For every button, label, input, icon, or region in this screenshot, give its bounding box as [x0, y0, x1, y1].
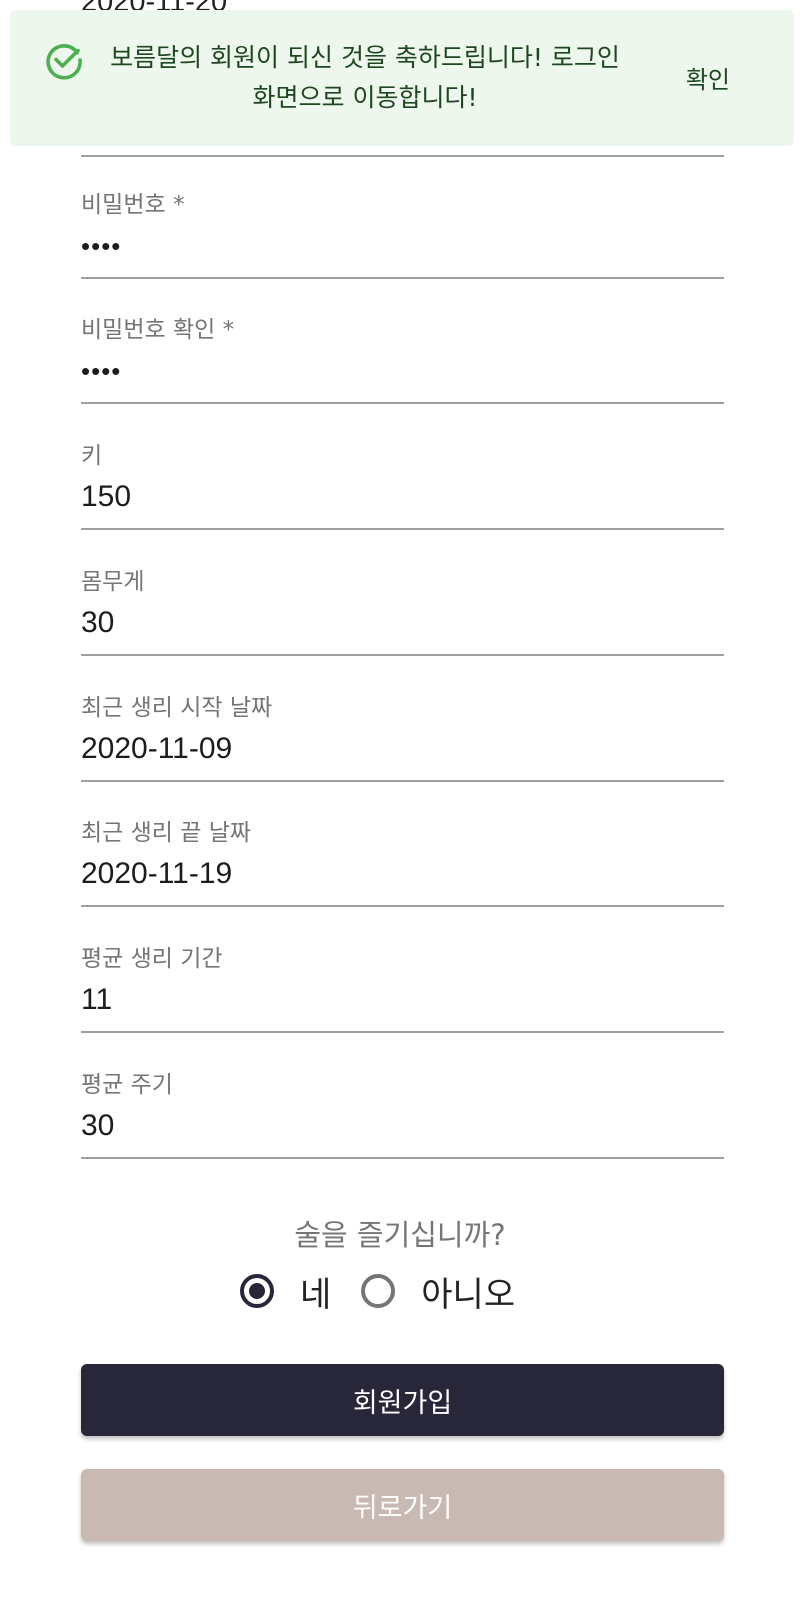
- weight-input[interactable]: [81, 600, 724, 646]
- radio-option-no[interactable]: 아니오: [361, 1267, 515, 1316]
- success-snackbar: 보름달의 회원이 되신 것을 축하드립니다! 로그인 화면으로 이동합니다! 확…: [10, 10, 794, 146]
- confirm-button[interactable]: 확인: [680, 56, 736, 99]
- check-circle-icon: [44, 40, 84, 80]
- snackbar-message: 보름달의 회원이 되신 것을 축하드립니다! 로그인 화면으로 이동합니다!: [110, 43, 620, 112]
- signup-button[interactable]: 회원가입: [81, 1364, 724, 1436]
- avg-period-length-input[interactable]: [81, 977, 724, 1023]
- password-underline: [81, 277, 724, 279]
- radio-option-yes[interactable]: 네: [240, 1267, 331, 1316]
- period-start-field: 최근 생리 시작 날짜: [81, 688, 724, 808]
- period-end-input[interactable]: [81, 851, 724, 897]
- signup-page: 2020-11-20 보름달의 회원이 되신 것을 축하드립니다! 로그인 화면…: [0, 0, 800, 1600]
- period-end-underline: [81, 905, 724, 907]
- avg-period-length-field: 평균 생리 기간: [81, 939, 724, 1059]
- password-confirm-underline: [81, 402, 724, 404]
- period-start-input[interactable]: [81, 726, 724, 772]
- avg-cycle-field: 평균 주기: [81, 1065, 724, 1185]
- weight-label: 몸무게: [81, 569, 145, 595]
- avg-period-length-label: 평균 생리 기간: [81, 946, 223, 972]
- weight-underline: [81, 654, 724, 656]
- password-confirm-label: 비밀번호 확인 *: [81, 317, 235, 343]
- drinking-question: 술을 즐기십니까?: [294, 1218, 506, 1252]
- password-confirm-input[interactable]: [81, 348, 724, 394]
- clipped-field-underline: [81, 155, 724, 157]
- height-label: 키: [81, 443, 103, 469]
- radio-checked-icon[interactable]: [240, 1274, 274, 1308]
- avg-cycle-underline: [81, 1157, 724, 1159]
- password-confirm-field: 비밀번호 확인 *: [81, 310, 724, 430]
- radio-dot: [249, 1283, 265, 1299]
- back-button[interactable]: 뒤로가기: [81, 1469, 724, 1541]
- weight-field: 몸무게: [81, 562, 724, 682]
- drinking-radio-group: 네 아니오: [240, 1265, 545, 1317]
- height-field: 키: [81, 436, 724, 556]
- period-start-underline: [81, 780, 724, 782]
- password-input[interactable]: [81, 223, 724, 269]
- period-start-label: 최근 생리 시작 날짜: [81, 695, 273, 721]
- height-underline: [81, 528, 724, 530]
- radio-label-yes: 네: [300, 1274, 332, 1315]
- password-label: 비밀번호 *: [81, 192, 185, 218]
- radio-label-no: 아니오: [421, 1274, 516, 1315]
- avg-cycle-label: 평균 주기: [81, 1072, 173, 1098]
- period-end-label: 최근 생리 끝 날짜: [81, 820, 252, 846]
- password-field: 비밀번호 *: [81, 185, 724, 305]
- avg-cycle-input[interactable]: [81, 1103, 724, 1149]
- avg-period-length-underline: [81, 1031, 724, 1033]
- radio-unchecked-icon[interactable]: [361, 1274, 396, 1308]
- height-input[interactable]: [81, 474, 724, 520]
- period-end-field: 최근 생리 끝 날짜: [81, 813, 724, 933]
